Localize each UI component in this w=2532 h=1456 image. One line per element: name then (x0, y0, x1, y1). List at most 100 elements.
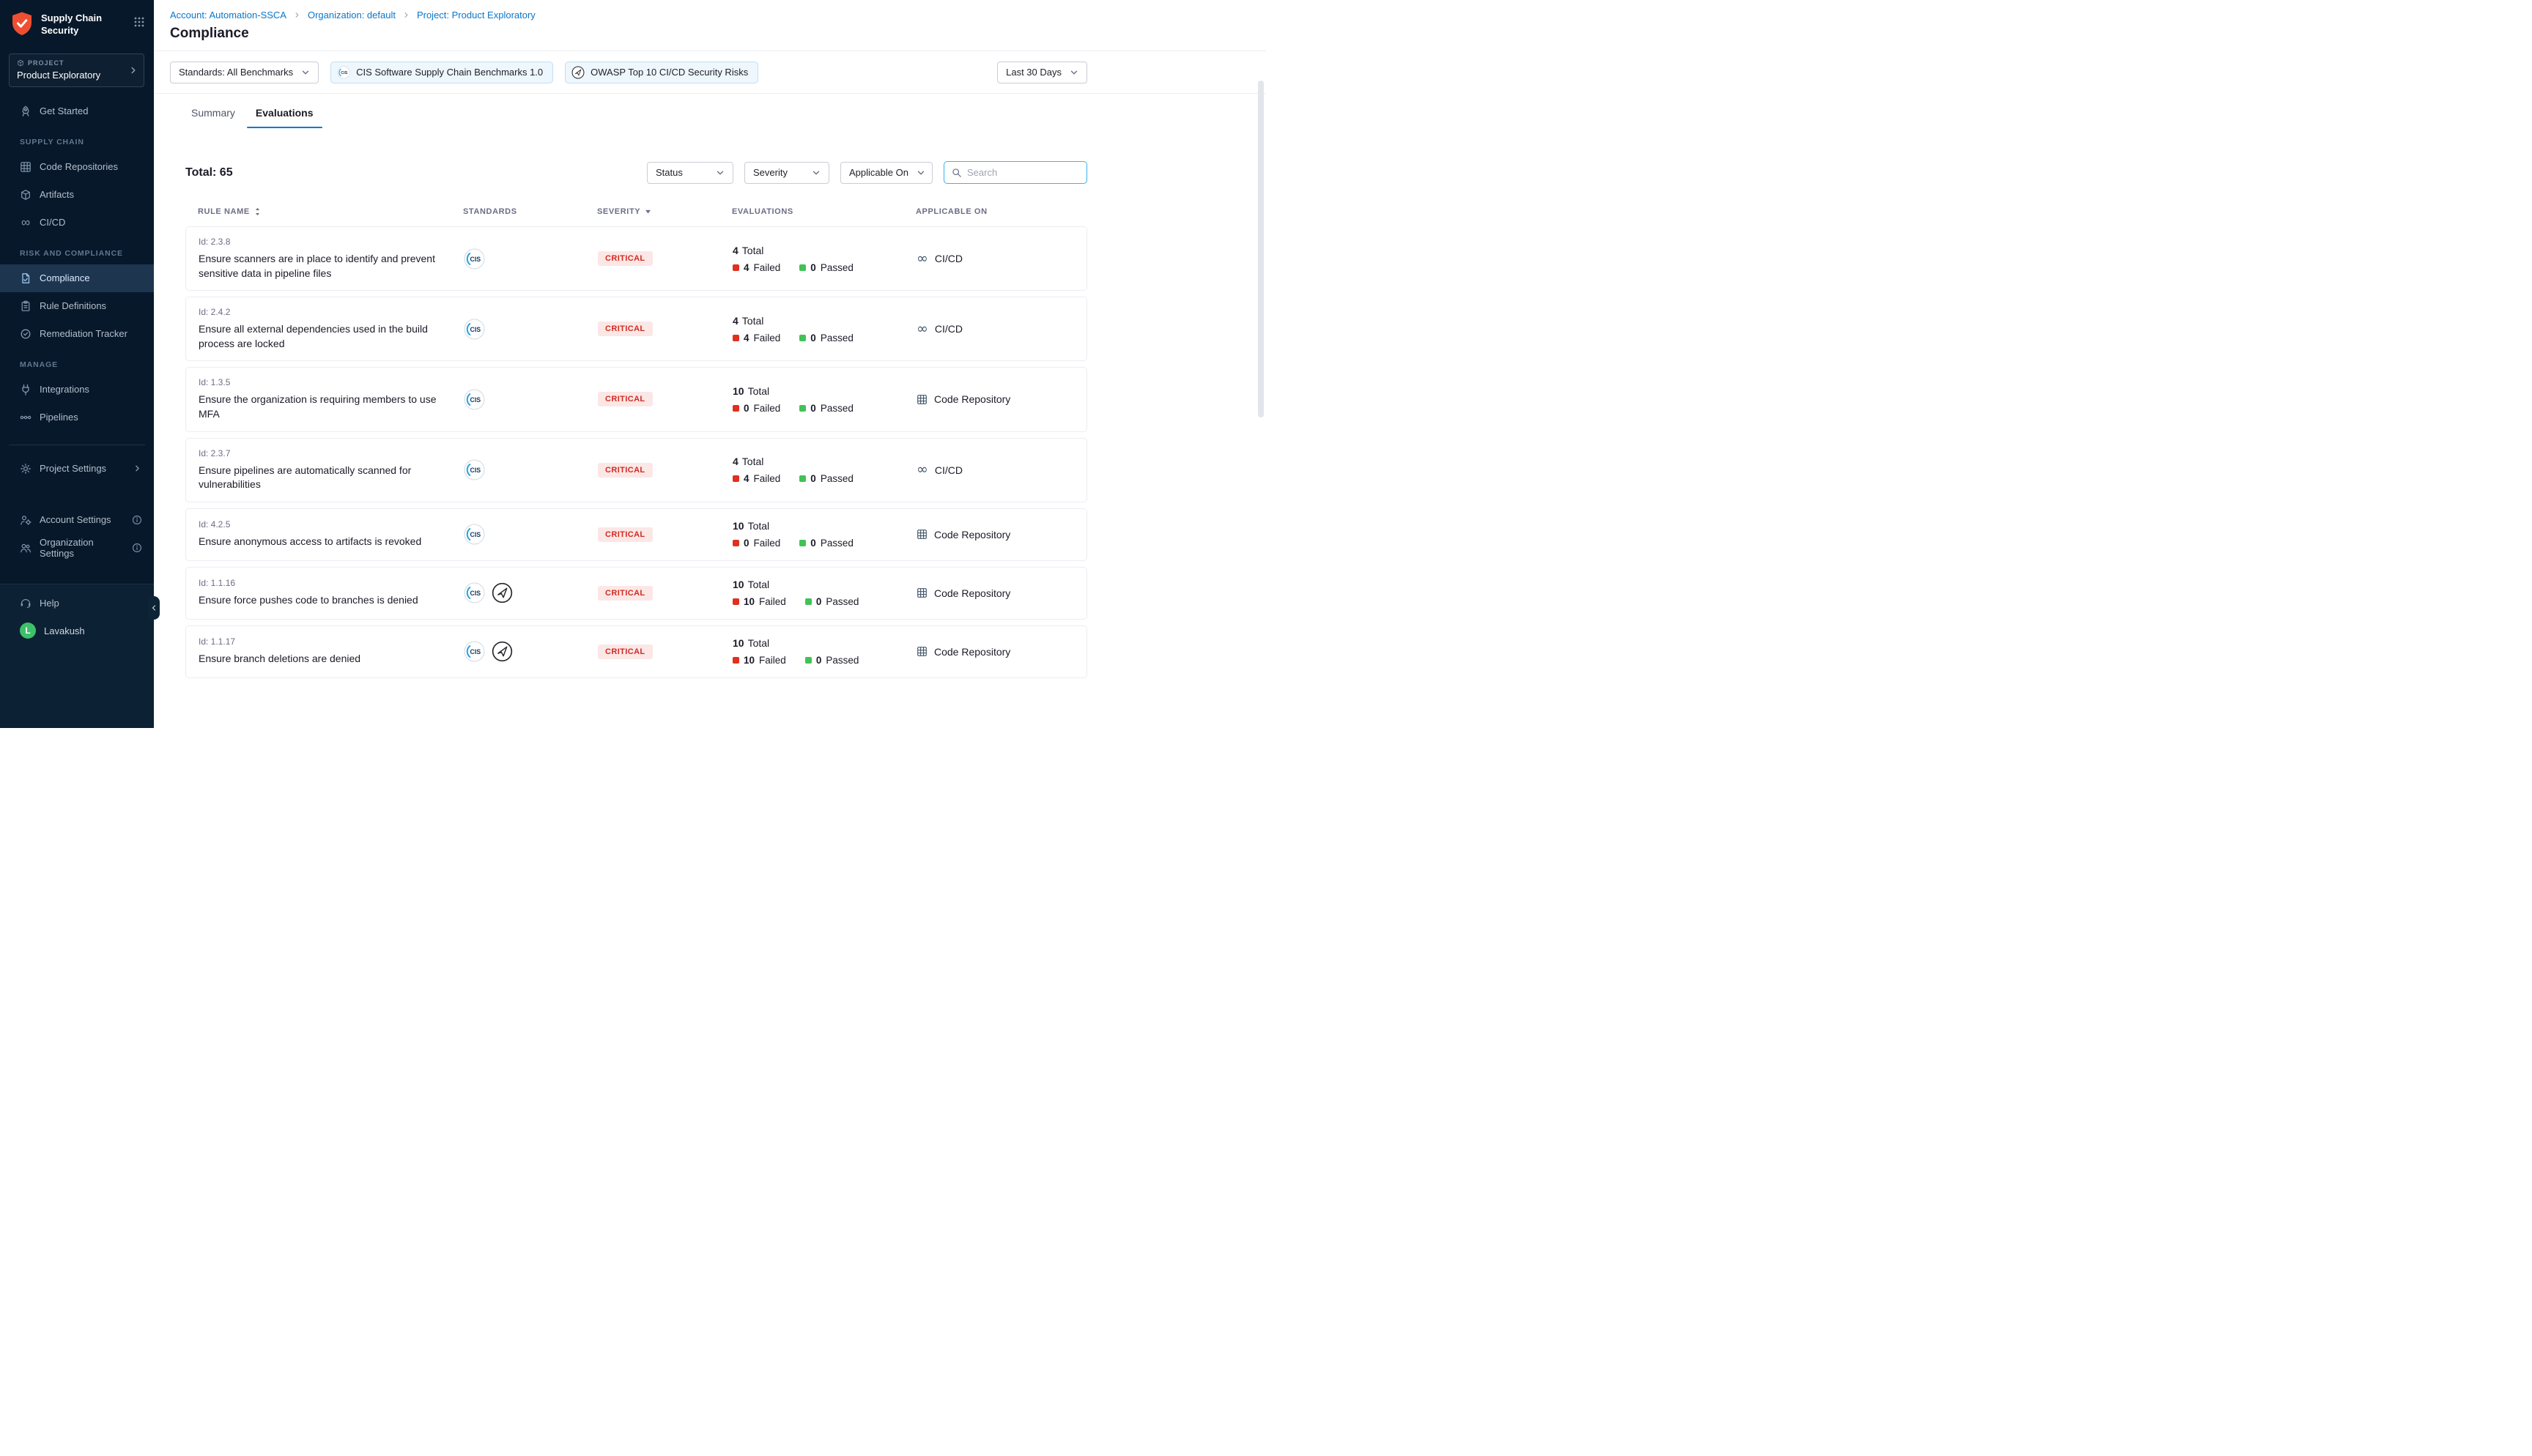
column-rule-name[interactable]: RULE NAME (198, 207, 463, 216)
search-input[interactable] (967, 167, 1079, 178)
chevron-left-icon (149, 603, 158, 612)
owasp-standard-icon (492, 582, 513, 603)
table-row[interactable]: Id: 4.2.5 Ensure anonymous access to art… (185, 508, 1087, 561)
table-row[interactable]: Id: 2.3.7 Ensure pipelines are automatic… (185, 438, 1087, 502)
eval-total-count: 4 (733, 456, 738, 467)
table-row[interactable]: Id: 1.3.5 Ensure the organization is req… (185, 367, 1087, 431)
code-repository-icon (917, 394, 928, 405)
app-title: Supply Chain Security (41, 10, 133, 37)
sidebar-item-compliance[interactable]: Compliance (0, 264, 154, 292)
breadcrumb-organization[interactable]: Organization: default (308, 10, 396, 21)
sidebar-item-account-settings[interactable]: Account Settings (0, 506, 154, 534)
sidebar-footer: Help L Lavakush (0, 584, 154, 728)
passed-count: 0 (810, 403, 816, 414)
severity-badge: CRITICAL (598, 251, 653, 266)
severity-badge: CRITICAL (598, 586, 653, 601)
applicable-on-filter[interactable]: Applicable On (840, 162, 933, 184)
sidebar-item-rule-definitions[interactable]: Rule Definitions (0, 292, 154, 320)
app-window: Supply Chain Security PROJECT Product Ex… (0, 0, 1266, 728)
passed-indicator (799, 264, 806, 271)
passed-count: 0 (810, 538, 816, 549)
applicable-on-filter-label: Applicable On (849, 167, 908, 178)
sidebar-item-label: Artifacts (40, 189, 74, 200)
status-filter[interactable]: Status (647, 162, 733, 184)
chevron-down-icon (715, 168, 725, 178)
chevron-right-icon (293, 11, 301, 19)
scrollbar[interactable] (1258, 81, 1264, 417)
sidebar-item-code-repositories[interactable]: Code Repositories (0, 153, 154, 181)
project-selector[interactable]: PROJECT Product Exploratory (9, 53, 144, 87)
applicable-on-label: CI/CD (935, 253, 963, 264)
rule-id: Id: 1.1.17 (199, 636, 464, 647)
standards-select[interactable]: Standards: All Benchmarks (170, 62, 319, 83)
failed-count: 4 (744, 333, 749, 343)
tab-evaluations[interactable]: Evaluations (245, 94, 324, 132)
failed-count: 4 (744, 262, 749, 273)
severity-badge: CRITICAL (598, 322, 653, 336)
rule-name: Ensure pipelines are automatically scann… (199, 464, 442, 492)
applicable-on-label: Code Repository (934, 646, 1010, 658)
sidebar-item-cicd[interactable]: ∞ CI/CD (0, 209, 154, 237)
sidebar-item-artifacts[interactable]: Artifacts (0, 181, 154, 209)
passed-count: 0 (816, 655, 822, 666)
severity-badge: CRITICAL (598, 463, 653, 478)
rocket-icon (20, 105, 32, 117)
sidebar-item-integrations[interactable]: Integrations (0, 376, 154, 404)
user-name: Lavakush (44, 625, 85, 636)
severity-filter[interactable]: Severity (744, 162, 829, 184)
chevron-right-icon (122, 54, 144, 86)
table-row[interactable]: Id: 1.1.16 Ensure force pushes code to b… (185, 567, 1087, 620)
eval-total-count: 10 (733, 637, 744, 649)
rule-name: Ensure branch deletions are denied (199, 652, 442, 666)
help-button[interactable]: Help (0, 589, 154, 617)
code-repository-icon (917, 587, 928, 598)
column-severity[interactable]: SEVERITY (597, 207, 732, 216)
passed-indicator (799, 335, 806, 341)
section-label-supply-chain: SUPPLY CHAIN (0, 125, 154, 153)
cis-standard-icon (464, 248, 485, 270)
search-icon (952, 168, 962, 178)
failed-indicator (733, 598, 739, 605)
tab-summary[interactable]: Summary (181, 94, 245, 132)
severity-badge: CRITICAL (598, 645, 653, 659)
sidebar-item-label: Integrations (40, 384, 89, 395)
sidebar-item-label: Rule Definitions (40, 300, 106, 311)
page-header: Account: Automation-SSCA Organization: d… (154, 0, 1266, 51)
cicd-infinity-icon: ∞ (917, 463, 928, 477)
table-row[interactable]: Id: 2.3.8 Ensure scanners are in place t… (185, 226, 1087, 291)
project-label: PROJECT (28, 59, 64, 67)
sidebar-item-label: Remediation Tracker (40, 328, 127, 339)
table-row[interactable]: Id: 1.1.17 Ensure branch deletions are d… (185, 625, 1087, 678)
sidebar-item-remediation-tracker[interactable]: Remediation Tracker (0, 320, 154, 348)
sidebar-collapse-handle[interactable] (148, 596, 160, 620)
breadcrumb-project[interactable]: Project: Product Exploratory (417, 10, 536, 21)
sidebar-item-pipelines[interactable]: Pipelines (0, 404, 154, 431)
table-row[interactable]: Id: 2.4.2 Ensure all external dependenci… (185, 297, 1087, 361)
code-repository-icon (917, 646, 928, 657)
cicd-infinity-icon: ∞ (917, 322, 928, 336)
cis-standard-icon (464, 459, 485, 480)
standard-chip-cis[interactable]: CIS Software Supply Chain Benchmarks 1.0 (330, 62, 553, 83)
failed-count: 10 (744, 655, 755, 666)
sidebar-item-organization-settings[interactable]: Organization Settings (0, 534, 154, 562)
sidebar-item-label: Compliance (40, 272, 90, 283)
date-range-value: Last 30 Days (1006, 67, 1062, 78)
code-repository-icon (20, 161, 32, 173)
sidebar-item-label: Project Settings (40, 463, 106, 474)
date-range-select[interactable]: Last 30 Days (997, 62, 1087, 83)
rule-id: Id: 2.3.7 (199, 448, 464, 458)
target-check-icon (20, 328, 32, 340)
total-count: Total: 65 (185, 166, 233, 179)
project-cube-icon (17, 59, 24, 67)
evaluations-panel: Total: 65 Status Severity Applicable On (154, 161, 1266, 693)
module-grid-icon[interactable] (133, 16, 145, 31)
sidebar-item-project-settings[interactable]: Project Settings (0, 455, 154, 483)
chevron-down-icon (916, 168, 926, 178)
rule-name: Ensure scanners are in place to identify… (199, 252, 442, 281)
rule-id: Id: 1.3.5 (199, 377, 464, 387)
sidebar-header: Supply Chain Security (0, 0, 154, 37)
sidebar-item-get-started[interactable]: Get Started (0, 97, 154, 125)
user-menu[interactable]: L Lavakush (0, 617, 154, 645)
standard-chip-owasp[interactable]: OWASP Top 10 CI/CD Security Risks (565, 62, 758, 83)
breadcrumb-account[interactable]: Account: Automation-SSCA (170, 10, 286, 21)
